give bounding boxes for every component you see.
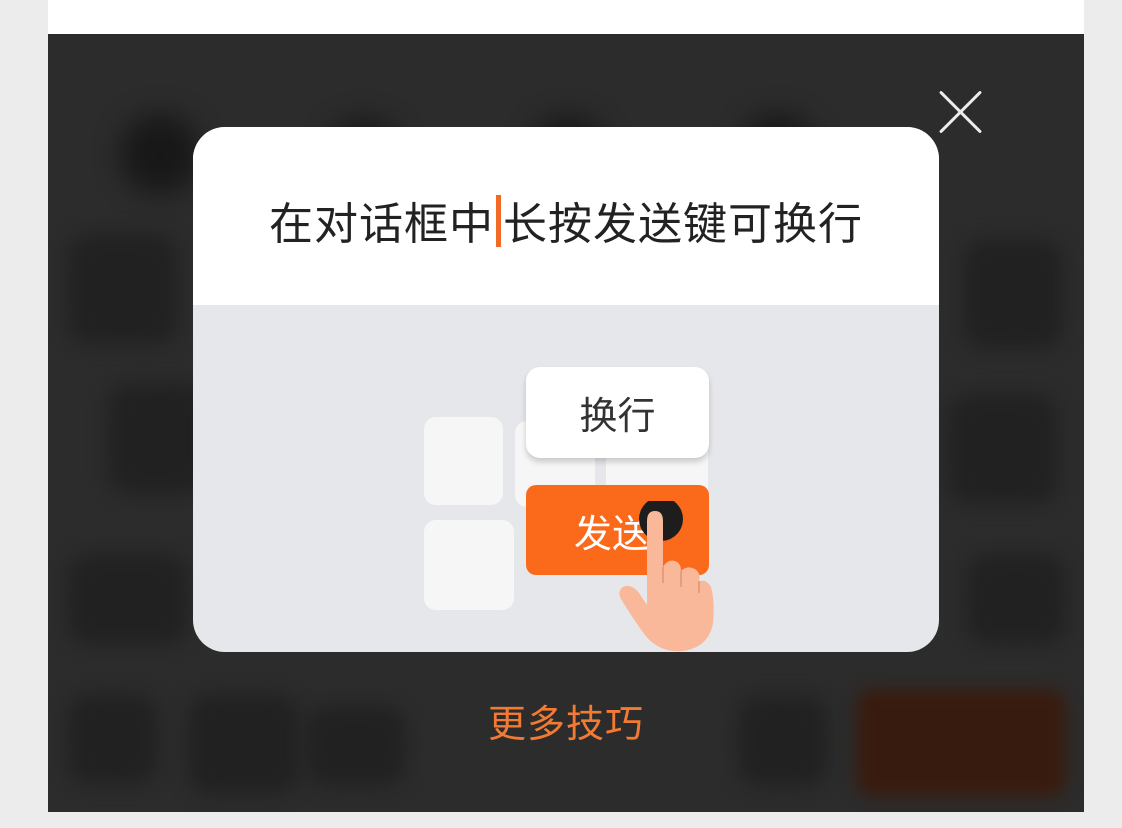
hand-pointer-icon [619,501,714,652]
dialog-header: 在对话框中 长按发送键可换行 [193,127,939,305]
tip-text: 在对话框中 长按发送键可换行 [193,195,939,251]
blurred-key [68,234,178,344]
tip-dialog: 在对话框中 长按发送键可换行 换行 发送 [193,127,939,652]
newline-popup: 换行 [526,367,709,458]
close-button[interactable] [932,84,988,140]
tip-text-part1: 在对话框中 [269,199,494,250]
blurred-key [948,394,1058,504]
tip-text-part2: 长按发送键可换行 [503,199,863,250]
blurred-key [963,239,1063,349]
keyboard-key-illustration [424,520,514,610]
blurred-key [966,554,1066,644]
keyboard-key-illustration [424,417,503,505]
blurred-key [68,554,188,644]
more-tips-link[interactable]: 更多技巧 [48,693,1084,748]
top-bar [48,0,1084,34]
phone-screen: 在对话框中 长按发送键可换行 换行 发送 更多技巧 [48,0,1084,812]
text-caret [496,195,501,247]
blurred-avatar [120,114,200,194]
